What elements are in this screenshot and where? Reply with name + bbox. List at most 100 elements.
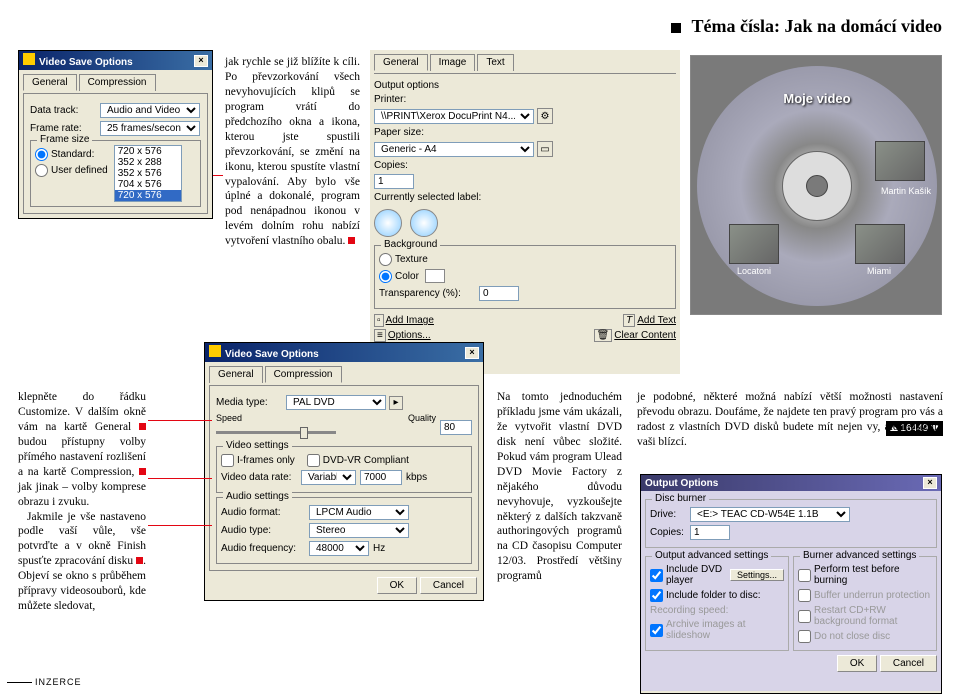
archive-checkbox[interactable] bbox=[650, 624, 663, 637]
media-type-label: Media type: bbox=[216, 397, 286, 408]
tab-image-out[interactable]: Image bbox=[430, 54, 476, 71]
quality-label: Quality bbox=[408, 413, 436, 423]
options-icon: ≡ bbox=[374, 329, 386, 342]
tab-general-out[interactable]: General bbox=[374, 54, 428, 71]
list-item[interactable]: 720 x 576 bbox=[115, 146, 181, 157]
settings-button[interactable]: Settings... bbox=[730, 569, 784, 581]
clear-content-link[interactable]: 🗑Clear Content bbox=[594, 330, 676, 341]
ok-button2[interactable]: OK bbox=[837, 655, 877, 672]
video-data-rate-mode[interactable]: Variable bbox=[301, 470, 356, 485]
radio-user-defined-label: User defined bbox=[51, 165, 108, 176]
audio-frequency-label: Audio frequency: bbox=[221, 543, 309, 554]
dialog-title: Output Options bbox=[645, 478, 718, 489]
iframes-label: I-frames only bbox=[237, 455, 295, 466]
dvdvr-checkbox[interactable] bbox=[307, 454, 320, 467]
disc-label-top-icon[interactable] bbox=[374, 209, 402, 237]
video-data-rate-label: Video data rate: bbox=[221, 472, 301, 483]
copies-label2: Copies: bbox=[650, 527, 690, 538]
cancel-button2[interactable]: Cancel bbox=[880, 655, 937, 672]
audio-settings-legend: Audio settings bbox=[223, 491, 292, 502]
drive-select[interactable]: <E:> TEAC CD-W54E 1.1B bbox=[690, 507, 850, 522]
close-icon[interactable]: × bbox=[194, 55, 208, 67]
list-item[interactable]: 704 x 576 bbox=[115, 179, 181, 190]
tab-general2[interactable]: General bbox=[209, 366, 263, 383]
tab-general[interactable]: General bbox=[23, 74, 77, 91]
printer-settings-icon[interactable]: ⚙ bbox=[537, 108, 553, 124]
video-data-rate-input[interactable] bbox=[360, 470, 402, 485]
size-listbox[interactable]: 720 x 576 352 x 288 352 x 576 704 x 576 … bbox=[114, 145, 182, 202]
options-button-icon[interactable]: ▸ bbox=[389, 396, 403, 410]
page-setup-icon[interactable]: ▭ bbox=[537, 141, 553, 157]
disc-caption-bl: Locatoni bbox=[737, 266, 771, 276]
disc-caption-br: Miami bbox=[867, 266, 891, 276]
tab-text-out[interactable]: Text bbox=[477, 54, 513, 71]
audio-type-select[interactable]: Stereo bbox=[309, 523, 409, 538]
disc-photo bbox=[729, 224, 779, 264]
options-link[interactable]: ≡Options... bbox=[374, 330, 431, 341]
list-item[interactable]: 352 x 288 bbox=[115, 157, 181, 168]
article-left: klepněte do řádku Customize. V dalším ok… bbox=[18, 390, 146, 614]
radio-color[interactable] bbox=[379, 270, 392, 283]
donotclose-label: Do not close disc bbox=[814, 631, 890, 642]
disc-photo bbox=[855, 224, 905, 264]
radio-standard-label: Standard: bbox=[51, 149, 94, 160]
burner-adv-legend: Burner advanced settings bbox=[800, 550, 919, 561]
list-item[interactable]: 352 x 576 bbox=[115, 168, 181, 179]
disc-title: Moje video bbox=[783, 91, 850, 106]
paper-size-select[interactable]: Generic - A4 bbox=[374, 142, 534, 157]
disc-burner-legend: Disc burner bbox=[652, 493, 709, 504]
disc-hole bbox=[806, 175, 828, 197]
app-icon bbox=[23, 53, 35, 65]
frame-rate-label: Frame rate: bbox=[30, 123, 100, 134]
article-top: jak rychle se již blížíte k cíli. Po pře… bbox=[225, 55, 360, 249]
include-folder-label: Include folder to disc: bbox=[666, 590, 761, 601]
radio-standard[interactable] bbox=[35, 148, 48, 161]
hz-label: Hz bbox=[373, 543, 385, 554]
printer-select[interactable]: \\PRINT\Xerox DocuPrint N4... bbox=[374, 109, 534, 124]
restart-checkbox[interactable] bbox=[798, 610, 811, 623]
audio-type-label: Audio type: bbox=[221, 525, 309, 536]
data-track-select[interactable]: Audio and Video bbox=[100, 103, 200, 118]
square-bullet-icon bbox=[671, 23, 681, 33]
quality-input[interactable] bbox=[440, 420, 472, 435]
copies-input2[interactable] bbox=[690, 525, 730, 540]
copies-label: Copies: bbox=[374, 160, 434, 171]
titlebar: Video Save Options × bbox=[205, 343, 483, 362]
paper-size-label: Paper size: bbox=[374, 127, 434, 138]
iframes-checkbox[interactable] bbox=[221, 454, 234, 467]
audio-format-select[interactable]: LPCM Audio bbox=[309, 505, 409, 520]
color-swatch[interactable] bbox=[425, 269, 445, 283]
inzerce-label: INZERCE bbox=[35, 677, 82, 687]
output-options-label: Output options bbox=[374, 80, 676, 91]
close-icon[interactable]: × bbox=[465, 347, 479, 359]
audio-frequency-select[interactable]: 48000 bbox=[309, 541, 369, 556]
frame-size-legend: Frame size bbox=[37, 134, 92, 145]
add-image-link[interactable]: ▫Add Image bbox=[374, 315, 434, 326]
copies-input[interactable] bbox=[374, 174, 414, 189]
add-text-link[interactable]: TAdd Text bbox=[623, 315, 676, 326]
disc-label-bottom-icon[interactable] bbox=[410, 209, 438, 237]
perform-test-checkbox[interactable] bbox=[798, 569, 811, 582]
background-legend: Background bbox=[381, 239, 440, 250]
leader-line bbox=[148, 478, 212, 479]
include-folder-checkbox[interactable] bbox=[650, 589, 663, 602]
buffer-checkbox[interactable] bbox=[798, 589, 811, 602]
dialog-title: Video Save Options bbox=[39, 57, 133, 68]
include-player-checkbox[interactable] bbox=[650, 569, 663, 582]
donotclose-checkbox[interactable] bbox=[798, 630, 811, 643]
drive-label: Drive: bbox=[650, 509, 690, 520]
transparency-input[interactable] bbox=[479, 286, 519, 301]
tab-compression2[interactable]: Compression bbox=[265, 366, 342, 383]
ok-button[interactable]: OK bbox=[377, 577, 417, 594]
radio-texture[interactable] bbox=[379, 253, 392, 266]
cancel-button[interactable]: Cancel bbox=[420, 577, 477, 594]
tab-compression[interactable]: Compression bbox=[79, 74, 156, 91]
close-icon[interactable]: × bbox=[923, 477, 937, 489]
frame-rate-select[interactable]: 25 frames/second bbox=[100, 121, 200, 136]
quality-slider[interactable] bbox=[216, 431, 336, 434]
list-item[interactable]: 720 x 576 bbox=[115, 190, 181, 201]
radio-color-label: Color bbox=[395, 271, 419, 282]
media-type-select[interactable]: PAL DVD bbox=[286, 395, 386, 410]
slider-thumb[interactable] bbox=[300, 427, 308, 439]
radio-user-defined[interactable] bbox=[35, 164, 48, 177]
